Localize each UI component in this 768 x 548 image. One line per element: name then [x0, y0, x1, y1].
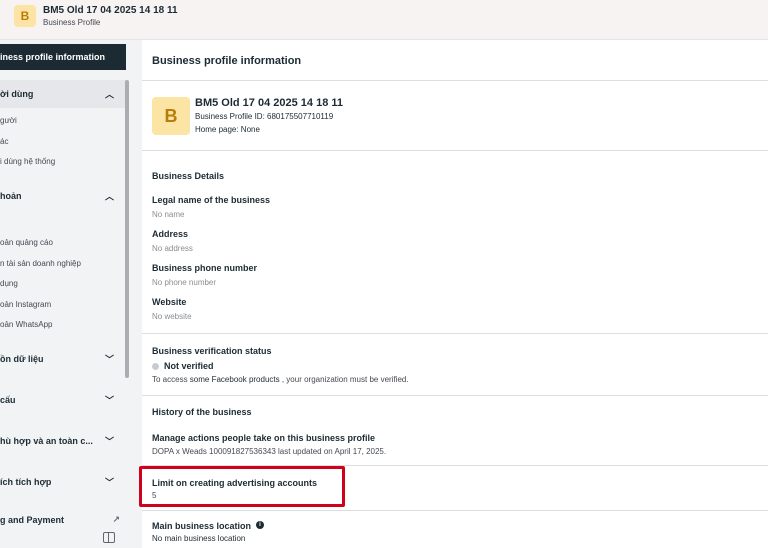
legal-name-value: No name — [152, 210, 185, 219]
sidebar-item-people[interactable]: gười — [0, 112, 126, 128]
page-title: Business profile information — [152, 55, 302, 67]
verification-title: Business verification status — [152, 346, 272, 356]
sidebar-group-brand-safety[interactable]: hù hợp và an toàn c... ﹀ — [0, 427, 126, 455]
sidebar-group-label: cấu — [0, 395, 16, 405]
history-meta: DOPA x Weads 100091827536343 last update… — [152, 447, 387, 456]
sidebar-group-accounts[interactable]: hoản ︿ — [0, 182, 126, 210]
chevron-up-icon: ︿ — [104, 89, 114, 100]
profile-avatar: B — [152, 97, 190, 135]
verification-status: Not verified — [164, 361, 214, 371]
phone-label: Business phone number — [152, 263, 258, 273]
status-dot-icon — [152, 363, 159, 370]
chevron-down-icon: ﹀ — [104, 354, 114, 365]
business-name: BM5 Old 17 04 2025 14 18 11 — [43, 5, 178, 16]
facebook-products-link[interactable]: some Facebook products — [190, 375, 280, 384]
profile-id: Business Profile ID: 680175507710119 — [195, 112, 334, 121]
sidebar-item-partners[interactable]: ác — [0, 133, 126, 149]
sidebar: iness profile information ời dùng ︿ gười… — [0, 40, 130, 548]
sidebar-group-configurations[interactable]: cấu ﹀ — [0, 386, 126, 414]
limit-highlight-box — [139, 466, 345, 507]
business-subtitle: Business Profile — [43, 18, 101, 27]
divider — [142, 80, 768, 81]
chevron-down-icon: ﹀ — [104, 436, 114, 447]
verification-note-suffix: , your organization must be verified. — [279, 375, 409, 384]
address-label: Address — [152, 229, 189, 239]
website-value: No website — [152, 312, 192, 321]
sidebar-group-integrations[interactable]: ích tích hợp ﹀ — [0, 468, 126, 496]
verification-note-prefix: To access — [152, 375, 190, 384]
sidebar-group-label: hù hợp và an toàn c... — [0, 436, 93, 446]
divider — [142, 150, 768, 151]
sidebar-item-ad-accounts[interactable]: oản quảng cáo — [0, 234, 126, 250]
profile-homepage: Home page: None — [195, 125, 260, 134]
business-avatar[interactable]: B — [14, 5, 36, 27]
sidebar-item-system-users[interactable]: i dùng hệ thống — [0, 153, 126, 169]
profile-name: BM5 Old 17 04 2025 14 18 11 — [195, 97, 343, 109]
phone-value: No phone number — [152, 278, 217, 287]
info-icon[interactable]: i — [256, 521, 264, 529]
sidebar-group-label: ời dùng — [0, 89, 34, 99]
chevron-down-icon: ﹀ — [104, 395, 114, 406]
chevron-up-icon: ︿ — [104, 191, 114, 202]
sidebar-group-users[interactable]: ời dùng ︿ — [0, 80, 126, 108]
address-value: No address — [152, 244, 193, 253]
divider — [142, 395, 768, 396]
history-title: History of the business — [152, 407, 252, 417]
sidebar-item-whatsapp-accounts[interactable]: oản WhatsApp — [0, 316, 126, 332]
divider — [142, 510, 768, 511]
sidebar-item-business-assets[interactable]: n tài sản doanh nghiệp — [0, 255, 126, 271]
sidebar-group-label: g and Payment — [0, 515, 65, 525]
sidebar-group-label: ồn dữ liệu — [0, 354, 44, 364]
sidebar-scrollbar[interactable] — [125, 80, 129, 378]
sidebar-item-apps[interactable]: dụng — [0, 275, 126, 291]
collapse-sidebar-icon[interactable] — [103, 532, 115, 543]
external-link-icon: ↗ — [112, 514, 120, 525]
divider — [142, 333, 768, 334]
sidebar-item-instagram-accounts[interactable]: oản Instagram — [0, 296, 126, 312]
location-title: Main business location — [152, 521, 252, 531]
sidebar-item-pages[interactable] — [0, 214, 126, 230]
sidebar-item-business-profile[interactable]: iness profile information — [0, 44, 126, 70]
sidebar-group-label: ích tích hợp — [0, 477, 52, 487]
location-value: No main business location — [152, 534, 246, 543]
top-bar: B BM5 Old 17 04 2025 14 18 11 Business P… — [0, 0, 768, 40]
sidebar-group-billing[interactable]: g and Payment ↗ — [0, 506, 126, 534]
chevron-down-icon: ﹀ — [104, 477, 114, 488]
website-label: Website — [152, 297, 187, 307]
legal-name-label: Legal name of the business — [152, 195, 271, 205]
business-details-title: Business Details — [152, 171, 225, 181]
sidebar-group-label: hoản — [0, 191, 22, 201]
history-manage-link[interactable]: Manage actions people take on this busin… — [152, 433, 375, 443]
verification-note: To access some Facebook products , your … — [152, 375, 409, 384]
sidebar-group-data-sources[interactable]: ồn dữ liệu ﹀ — [0, 345, 126, 373]
